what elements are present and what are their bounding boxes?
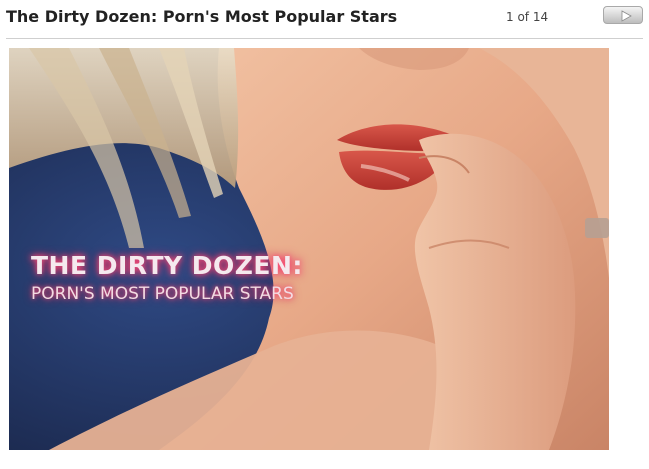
slide-image[interactable]: THE DIRTY DOZEN: PORN'S MOST POPULAR STA… — [9, 48, 609, 450]
header-divider — [6, 38, 643, 39]
slide-counter: 1 of 14 — [506, 10, 549, 24]
play-triangle-icon — [621, 10, 632, 22]
slide-photo-illustration — [9, 48, 609, 450]
slide-headline: THE DIRTY DOZEN: — [31, 251, 303, 280]
slide-subheadline: PORN'S MOST POPULAR STARS — [31, 284, 294, 304]
gallery-header: The Dirty Dozen: Porn's Most Popular Sta… — [0, 0, 649, 38]
gallery-title: The Dirty Dozen: Porn's Most Popular Sta… — [6, 7, 398, 26]
next-slide-button[interactable] — [603, 6, 643, 24]
